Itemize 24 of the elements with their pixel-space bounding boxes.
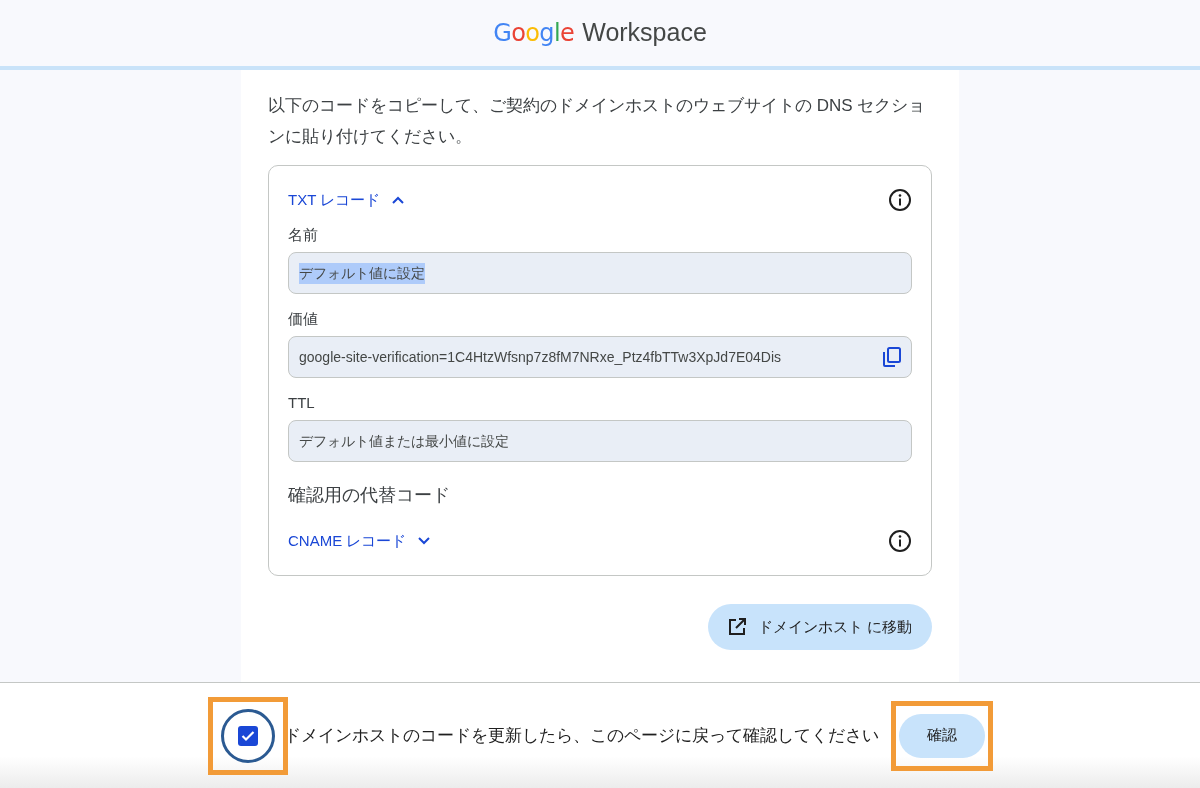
external-link-icon	[727, 618, 746, 636]
field-value: デフォルト値または最小値に設定	[299, 431, 509, 451]
info-icon[interactable]	[888, 529, 912, 553]
logo-product: Workspace	[582, 17, 707, 49]
field-label: 名前	[288, 225, 319, 245]
go-to-domain-host-button[interactable]: ドメインホスト に移動	[707, 604, 932, 650]
input-field[interactable]: デフォルト値または最小値に設定	[288, 420, 912, 462]
copy-icon[interactable]	[883, 347, 901, 367]
input-field[interactable]: google-site-verification=1C4HtzWfsnp7z8fM7NRxe_Ptz4fbTTw3XpJd7E04Dis	[288, 336, 912, 378]
field-label: 価値	[288, 309, 319, 329]
info-icon[interactable]	[888, 188, 912, 212]
logo-google: Google	[493, 18, 575, 50]
checkbox[interactable]	[220, 708, 275, 763]
record-toggle[interactable]: CNAME レコード	[288, 529, 431, 553]
record-toggle[interactable]: TXT レコード	[288, 188, 405, 212]
field-label: TTL	[288, 393, 316, 413]
confirm-button[interactable]: 確認	[898, 713, 985, 758]
section-heading: 確認用の代替コード	[288, 484, 451, 507]
checkmark-icon	[240, 729, 255, 742]
input-field[interactable]: デフォルト値に設定	[288, 252, 912, 294]
footer-message: ドメインホストのコードを更新したら、このページに戻って確認してください	[283, 724, 879, 747]
field-value: デフォルト値に設定	[299, 262, 425, 284]
instructions-text: 以下のコードをコピーして、ご契約のドメインホストのウェブサイトの DNS セクションに貼り付けてください。	[268, 95, 927, 148]
field-value: google-site-verification=1C4HtzWfsnp7z8fM7NRxe_Ptz4fbTTw3XpJd7E04Dis	[299, 347, 782, 367]
